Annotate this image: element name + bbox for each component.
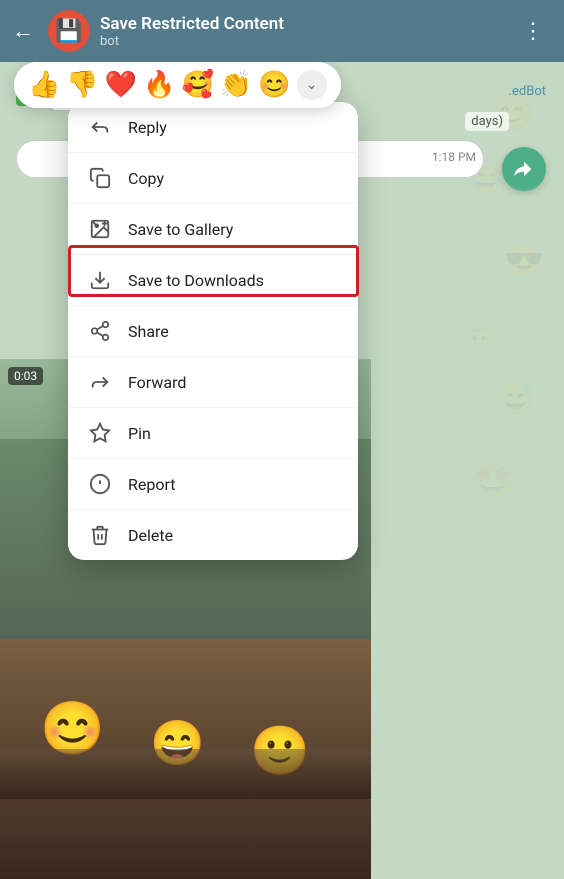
edbot-label: .edBot [509,84,546,99]
back-button[interactable]: ← [12,18,34,44]
reaction-love[interactable]: 🥰 [182,70,214,100]
days-label: days) [465,112,509,131]
menu-item-delete[interactable]: Delete [68,510,358,560]
menu-item-gallery[interactable]: Save to Gallery [68,204,358,255]
reactions-bar: 👍 👎 ❤️ 🔥 🥰 👏 😊 ⌄ [14,62,341,108]
reply-icon [88,115,112,139]
pin-icon [88,421,112,445]
menu-label-pin: Pin [128,424,151,443]
menu-label-reply: Reply [128,118,167,137]
report-icon [88,472,112,496]
chat-background: 😊 😂 😎 🙃 😅 🤩 BAS ✓ .edBot days) 1:18 PM 😊… [0,62,564,879]
context-menu: Reply Copy [68,102,358,560]
share-icon [88,319,112,343]
message-time: 1:18 PM [432,150,476,164]
avatar: 💾 [48,10,90,52]
menu-label-gallery: Save to Gallery [128,220,233,239]
header-title: Save Restricted Content [100,14,504,34]
download-icon [88,268,112,292]
menu-item-reply[interactable]: Reply [68,102,358,153]
reactions-expand-button[interactable]: ⌄ [297,70,327,100]
header-info: Save Restricted Content bot [100,14,504,49]
copy-icon [88,166,112,190]
reaction-thumbsdown[interactable]: 👎 [66,70,98,100]
reaction-smile[interactable]: 😊 [258,70,290,100]
menu-item-report[interactable]: Report [68,459,358,510]
reaction-clap[interactable]: 👏 [220,70,252,100]
menu-label-report: Report [128,475,176,494]
reaction-heart[interactable]: ❤️ [105,70,137,100]
menu-label-downloads: Save to Downloads [128,271,264,290]
menu-item-copy[interactable]: Copy [68,153,358,204]
menu-item-downloads[interactable]: Save to Downloads [68,255,358,306]
menu-item-pin[interactable]: Pin [68,408,358,459]
menu-label-share: Share [128,322,169,341]
menu-item-share[interactable]: Share [68,306,358,357]
menu-label-copy: Copy [128,169,164,188]
header-subtitle: bot [100,34,504,49]
forward-icon [88,370,112,394]
menu-label-delete: Delete [128,526,173,545]
menu-label-forward: Forward [128,373,186,392]
app-header: ← 💾 Save Restricted Content bot ⋮ [0,0,564,62]
reaction-fire[interactable]: 🔥 [143,70,175,100]
gallery-icon [88,217,112,241]
delete-icon [88,523,112,547]
video-timer: 0:03 [8,367,43,385]
forward-button[interactable] [502,147,546,191]
reaction-thumbsup[interactable]: 👍 [28,70,60,100]
header-menu-button[interactable]: ⋮ [514,15,552,48]
menu-item-forward[interactable]: Forward [68,357,358,408]
